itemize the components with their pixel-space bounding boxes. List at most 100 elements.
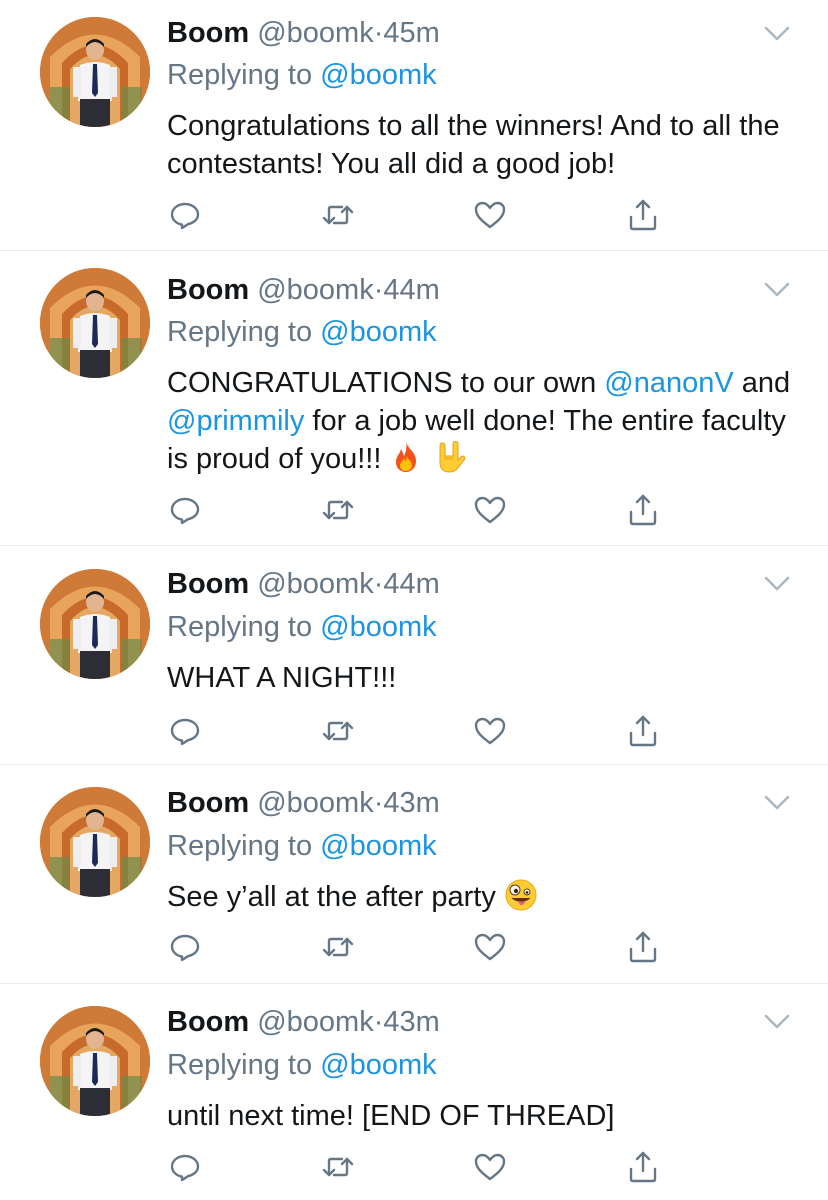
- chevron-down-icon[interactable]: [764, 576, 790, 592]
- replying-to-label: Replying to: [167, 830, 321, 862]
- replying-to: Replying to @boomk: [167, 58, 437, 92]
- retweet-button[interactable]: [320, 492, 356, 528]
- timestamp[interactable]: 45m: [383, 17, 439, 49]
- share-icon: [629, 931, 657, 963]
- tweet-text: until next time! [END OF THREAD]: [167, 1100, 615, 1132]
- tweet-actions: [167, 713, 667, 749]
- reply-icon: [170, 202, 200, 230]
- tweet-header: Boom @boomk·44m: [167, 567, 440, 601]
- tweet-actions: [167, 929, 667, 965]
- replying-to-label: Replying to: [167, 611, 321, 643]
- tweet[interactable]: Boom @boomk·43m Replying to @boomk See y…: [0, 765, 828, 984]
- like-button[interactable]: [472, 713, 508, 749]
- author-handle[interactable]: @boomk: [257, 274, 373, 306]
- tweet[interactable]: Boom @boomk·45m Replying to @boomk Congr…: [0, 0, 828, 251]
- retweet-button[interactable]: [320, 1149, 356, 1185]
- tweet-actions: [167, 1149, 667, 1185]
- avatar[interactable]: [40, 1006, 150, 1116]
- text-segment: and: [733, 367, 791, 399]
- retweet-icon: [322, 937, 354, 957]
- tweet-actions: [167, 197, 667, 233]
- reply-button[interactable]: [167, 197, 203, 233]
- tweet-header: Boom @boomk·43m: [167, 786, 440, 820]
- tweet-header: Boom @boomk·44m: [167, 273, 440, 307]
- reply-button[interactable]: [167, 1149, 203, 1185]
- timestamp[interactable]: 44m: [383, 274, 439, 306]
- timestamp[interactable]: 43m: [383, 787, 439, 819]
- reply-icon: [170, 1154, 200, 1182]
- author-handle[interactable]: @boomk: [257, 568, 373, 600]
- tweet-text: See y’all at the after party: [167, 878, 797, 916]
- text-segment: See y’all at the after party: [167, 881, 504, 913]
- separator-dot: ·: [373, 787, 384, 819]
- separator-dot: ·: [373, 274, 384, 306]
- tweet-header: Boom @boomk·43m: [167, 1005, 440, 1039]
- avatar[interactable]: [40, 268, 150, 378]
- share-icon: [629, 199, 657, 231]
- like-button[interactable]: [472, 1149, 508, 1185]
- replying-to: Replying to @boomk: [167, 1048, 437, 1082]
- fire-emoji: [389, 440, 423, 474]
- replying-to-mention[interactable]: @boomk: [320, 830, 436, 862]
- timestamp[interactable]: 44m: [383, 568, 439, 600]
- chevron-down-icon[interactable]: [764, 26, 790, 42]
- replying-to: Replying to @boomk: [167, 610, 437, 644]
- like-icon: [474, 933, 506, 961]
- reply-icon: [170, 497, 200, 525]
- replying-to-mention[interactable]: @boomk: [320, 1049, 436, 1081]
- reply-icon: [170, 934, 200, 962]
- share-button[interactable]: [625, 197, 661, 233]
- replying-to: Replying to @boomk: [167, 315, 437, 349]
- timestamp[interactable]: 43m: [383, 1006, 439, 1038]
- retweet-button[interactable]: [320, 929, 356, 965]
- like-button[interactable]: [472, 929, 508, 965]
- mention-link[interactable]: @primmily: [167, 405, 304, 437]
- share-icon: [629, 1151, 657, 1183]
- retweet-button[interactable]: [320, 197, 356, 233]
- author-name[interactable]: Boom: [167, 1006, 249, 1038]
- tweet[interactable]: Boom @boomk·44m Replying to @boomk CONGR…: [0, 251, 828, 546]
- chevron-down-icon[interactable]: [764, 282, 790, 298]
- retweet-icon: [322, 1157, 354, 1177]
- separator-dot: ·: [373, 568, 384, 600]
- author-name[interactable]: Boom: [167, 787, 249, 819]
- reply-button[interactable]: [167, 929, 203, 965]
- rock-on-hand-emoji: [432, 440, 466, 474]
- reply-button[interactable]: [167, 713, 203, 749]
- retweet-button[interactable]: [320, 713, 356, 749]
- tweet[interactable]: Boom @boomk·44m Replying to @boomk WHAT …: [0, 546, 828, 765]
- share-button[interactable]: [625, 492, 661, 528]
- share-button[interactable]: [625, 929, 661, 965]
- author-name[interactable]: Boom: [167, 568, 249, 600]
- like-button[interactable]: [472, 197, 508, 233]
- share-button[interactable]: [625, 1149, 661, 1185]
- reply-icon: [170, 718, 200, 746]
- author-handle[interactable]: @boomk: [257, 1006, 373, 1038]
- replying-to-mention[interactable]: @boomk: [320, 611, 436, 643]
- replying-to-mention[interactable]: @boomk: [320, 316, 436, 348]
- like-icon: [474, 717, 506, 745]
- avatar[interactable]: [40, 17, 150, 127]
- replying-to-label: Replying to: [167, 1049, 321, 1081]
- author-name[interactable]: Boom: [167, 17, 249, 49]
- avatar[interactable]: [40, 787, 150, 897]
- replying-to-mention[interactable]: @boomk: [320, 59, 436, 91]
- like-icon: [474, 1153, 506, 1181]
- chevron-down-icon[interactable]: [764, 1014, 790, 1030]
- author-handle[interactable]: @boomk: [257, 787, 373, 819]
- like-icon: [474, 201, 506, 229]
- avatar[interactable]: [40, 569, 150, 679]
- replying-to-label: Replying to: [167, 59, 321, 91]
- share-button[interactable]: [625, 713, 661, 749]
- chevron-down-icon[interactable]: [764, 795, 790, 811]
- share-icon: [629, 494, 657, 526]
- tweet[interactable]: Boom @boomk·43m Replying to @boomk until…: [0, 984, 828, 1200]
- retweet-icon: [322, 721, 354, 741]
- author-name[interactable]: Boom: [167, 274, 249, 306]
- replying-to-label: Replying to: [167, 316, 321, 348]
- author-handle[interactable]: @boomk: [257, 17, 373, 49]
- reply-button[interactable]: [167, 492, 203, 528]
- like-button[interactable]: [472, 492, 508, 528]
- separator-dot: ·: [373, 1006, 384, 1038]
- mention-link[interactable]: @nanonV: [604, 367, 733, 399]
